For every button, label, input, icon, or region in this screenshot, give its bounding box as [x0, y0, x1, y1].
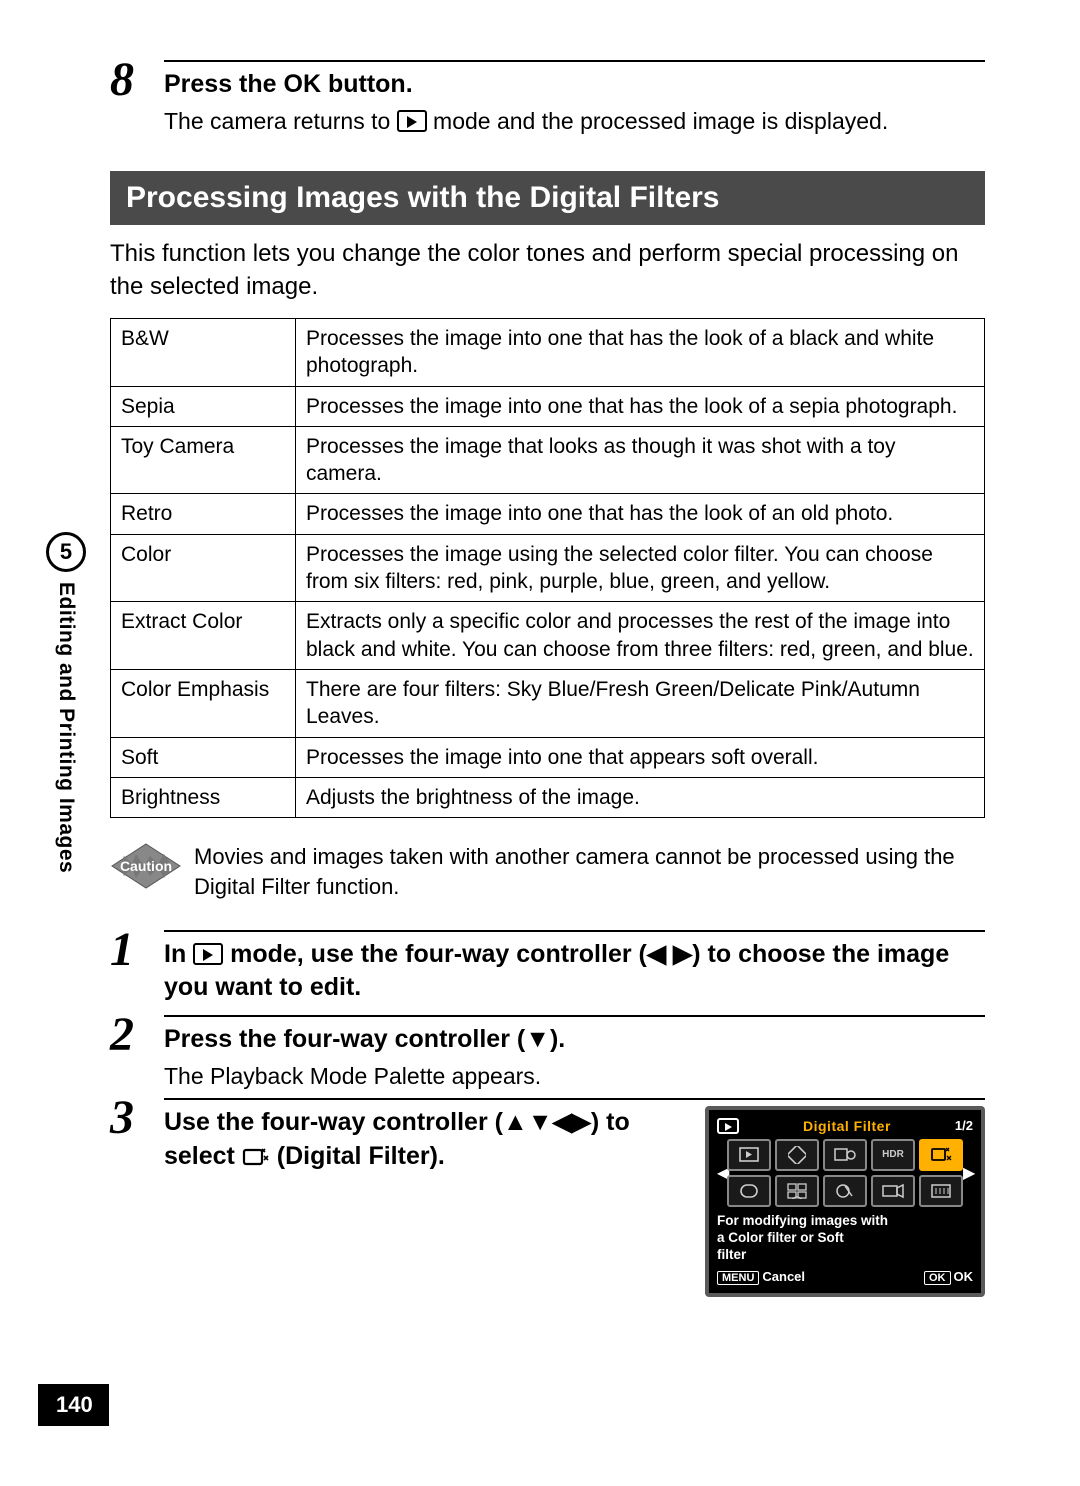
svg-text:Caution: Caution [120, 858, 172, 874]
palette-icon-inkrubbing [727, 1175, 771, 1207]
lcd-footer: MENUCancel OKOK [717, 1269, 973, 1285]
caution-note: Caution Movies and images taken with ano… [110, 842, 985, 901]
step-description: The Playback Mode Palette appears. [164, 1061, 985, 1092]
lcd-page-indicator: 1/2 [955, 1118, 973, 1133]
table-row: ColorProcesses the image using the selec… [111, 534, 985, 602]
palette-icon-frame [823, 1175, 867, 1207]
ok-button-label: OK [284, 70, 322, 98]
table-row: BrightnessAdjusts the brightness of the … [111, 777, 985, 817]
digital-filter-icon [242, 1144, 270, 1166]
step-description: The camera returns to mode and the proce… [164, 106, 985, 137]
chapter-tab: 5 Editing and Printing Images [40, 532, 92, 873]
palette-icon-redeye [919, 1175, 963, 1207]
step-title: Use the four-way controller (▲▼◀▶) to se… [164, 1106, 683, 1174]
palette-icon-hdr: HDR [871, 1139, 915, 1171]
ok-button-label: OK [924, 1271, 951, 1285]
table-row: Color EmphasisThere are four filters: Sk… [111, 669, 985, 737]
step-3: 3 Use the four-way controller (▲▼◀▶) to … [110, 1098, 985, 1298]
palette-icon-digital-filter [919, 1139, 963, 1171]
table-row: RetroProcesses the image into one that h… [111, 494, 985, 534]
playback-mode-icon [397, 110, 427, 132]
step-2: 2 Press the four-way controller (▼). The… [110, 1015, 985, 1092]
table-row: B&WProcesses the image into one that has… [111, 318, 985, 386]
palette-icon-collage [775, 1175, 819, 1207]
step-number: 1 [110, 926, 164, 974]
playback-mode-icon [717, 1118, 739, 1134]
playback-mode-icon [193, 943, 223, 965]
step-number: 2 [110, 1011, 164, 1059]
step-1: 1 In mode, use the four-way controller (… [110, 930, 985, 1010]
lcd-left-arrow: ◀ [717, 1163, 727, 1183]
step-title: In mode, use the four-way controller (◀ … [164, 938, 985, 1006]
manual-page: 5 Editing and Printing Images 140 8 Pres… [0, 0, 1080, 1486]
lcd-title: Digital Filter [803, 1118, 891, 1134]
caution-icon: Caution [110, 842, 182, 890]
menu-button-label: MENU [717, 1271, 759, 1285]
step-number: 8 [110, 56, 164, 104]
palette-icon-smallface [823, 1139, 867, 1171]
camera-lcd-preview: Digital Filter 1/2 ◀ HDR [705, 1106, 985, 1298]
step-title: Press the OK button. [164, 68, 985, 102]
lcd-help-text: For modifying images with a Color filter… [717, 1213, 973, 1264]
caution-text: Movies and images taken with another cam… [194, 842, 985, 901]
palette-icon-movieedit [871, 1175, 915, 1207]
step-8: 8 Press the OK button. The camera return… [110, 60, 985, 137]
lcd-right-arrow: ▶ [963, 1163, 973, 1183]
palette-icon-rotate [775, 1139, 819, 1171]
section-heading: Processing Images with the Digital Filte… [110, 171, 985, 225]
chapter-label: Editing and Printing Images [54, 582, 78, 873]
chapter-number-badge: 5 [46, 532, 86, 572]
page-number: 140 [38, 1384, 109, 1426]
section-intro: This function lets you change the color … [110, 237, 985, 304]
table-row: Extract ColorExtracts only a specific co… [111, 602, 985, 670]
palette-icon-slideshow [727, 1139, 771, 1171]
table-row: SepiaProcesses the image into one that h… [111, 386, 985, 426]
table-row: Toy CameraProcesses the image that looks… [111, 426, 985, 494]
step-title: Press the four-way controller (▼). [164, 1023, 985, 1057]
lcd-palette-grid: HDR [727, 1139, 963, 1207]
table-row: SoftProcesses the image into one that ap… [111, 737, 985, 777]
filter-table: B&WProcesses the image into one that has… [110, 318, 985, 818]
step-number: 3 [110, 1094, 164, 1142]
